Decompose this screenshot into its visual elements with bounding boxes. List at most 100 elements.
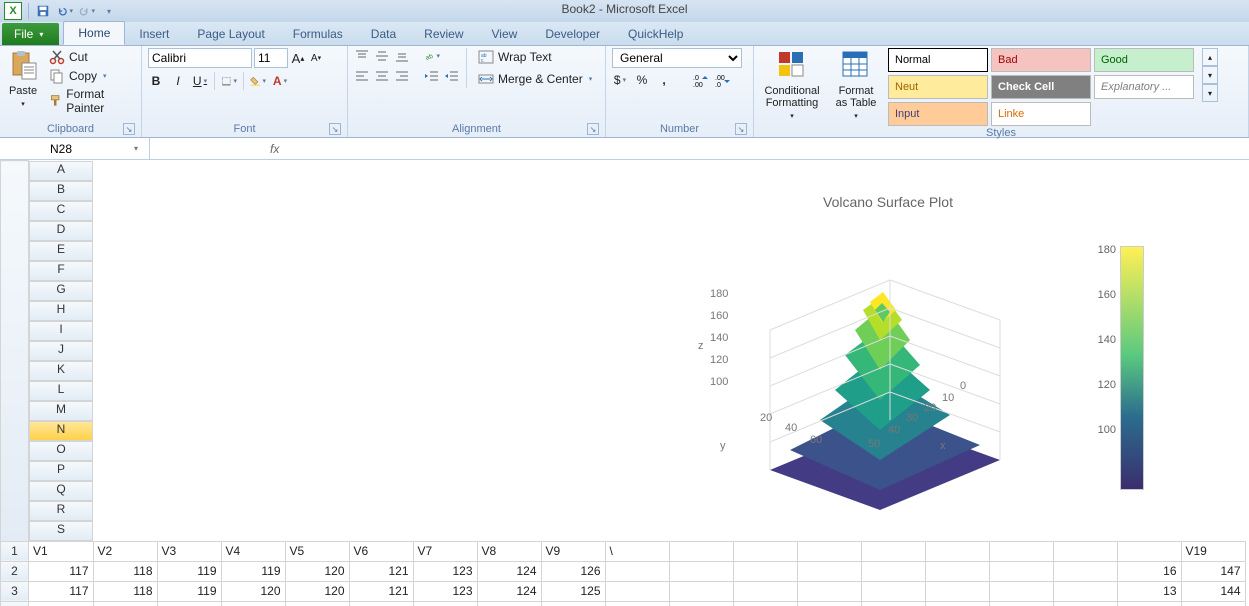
number-format-select[interactable]: General xyxy=(612,48,742,68)
tab-home[interactable]: Home xyxy=(63,21,125,45)
cell[interactable] xyxy=(861,601,925,606)
cell[interactable]: 120 xyxy=(285,581,349,601)
percent-format-icon[interactable]: % xyxy=(634,72,650,88)
row-header[interactable]: 1 xyxy=(1,541,29,561)
format-as-table-button[interactable]: Format as Table▾ xyxy=(830,48,882,122)
cell[interactable] xyxy=(733,541,797,561)
cell[interactable]: \ xyxy=(605,541,669,561)
cell[interactable]: 16 xyxy=(1117,561,1181,581)
cell[interactable] xyxy=(797,581,861,601)
cell[interactable] xyxy=(605,561,669,581)
cell[interactable] xyxy=(605,581,669,601)
cell[interactable]: 121 xyxy=(349,581,413,601)
cell[interactable]: 120 xyxy=(221,601,285,606)
cell[interactable]: 123 xyxy=(413,581,477,601)
cell[interactable]: 118 xyxy=(93,561,157,581)
cell[interactable] xyxy=(733,561,797,581)
wrap-text-button[interactable]: abcWrap Text xyxy=(475,48,595,66)
tab-developer[interactable]: Developer xyxy=(531,23,614,45)
cell[interactable] xyxy=(733,601,797,606)
cell[interactable]: 119 xyxy=(221,561,285,581)
cell[interactable] xyxy=(1053,581,1117,601)
cell[interactable] xyxy=(925,601,989,606)
bold-button[interactable]: B xyxy=(148,73,164,89)
cell[interactable] xyxy=(925,581,989,601)
cell[interactable]: 144 xyxy=(1181,581,1245,601)
tab-data[interactable]: Data xyxy=(357,23,410,45)
tab-view[interactable]: View xyxy=(478,23,532,45)
style-cell[interactable]: Normal xyxy=(888,48,988,72)
accounting-format-icon[interactable]: $ xyxy=(612,72,628,88)
cell[interactable]: 124 xyxy=(477,561,541,581)
col-header[interactable]: Q xyxy=(29,481,93,501)
style-cell[interactable]: Input xyxy=(888,102,988,126)
cell[interactable] xyxy=(733,581,797,601)
cell[interactable]: 119 xyxy=(157,561,221,581)
col-header[interactable]: I xyxy=(29,321,93,341)
col-header[interactable]: K xyxy=(29,361,93,381)
col-header[interactable]: P xyxy=(29,461,93,481)
cell[interactable]: 120 xyxy=(285,561,349,581)
copy-button[interactable]: Copy xyxy=(46,67,135,85)
cut-button[interactable]: Cut xyxy=(46,48,135,66)
decrease-font-icon[interactable]: A▾ xyxy=(308,50,324,66)
qat-customize-icon[interactable]: ▾ xyxy=(101,3,117,19)
cell[interactable]: 120 xyxy=(221,581,285,601)
cell[interactable]: 123 xyxy=(477,601,541,606)
cell[interactable]: 122 xyxy=(413,601,477,606)
alignment-dialog-launcher[interactable]: ↘ xyxy=(587,123,599,135)
col-header[interactable]: G xyxy=(29,281,93,301)
col-header[interactable]: L xyxy=(29,381,93,401)
font-color-button[interactable]: A xyxy=(272,73,288,89)
style-cell[interactable]: Explanatory ... xyxy=(1094,75,1194,99)
col-header[interactable]: R xyxy=(29,501,93,521)
align-top-icon[interactable] xyxy=(354,48,370,64)
align-left-icon[interactable] xyxy=(354,68,370,84)
cell[interactable] xyxy=(925,541,989,561)
increase-indent-icon[interactable] xyxy=(444,68,460,84)
align-center-icon[interactable] xyxy=(374,68,390,84)
cell[interactable]: V2 xyxy=(93,541,157,561)
align-middle-icon[interactable] xyxy=(374,48,390,64)
tab-file[interactable]: File xyxy=(2,23,59,45)
cell[interactable] xyxy=(989,601,1053,606)
col-header[interactable]: D xyxy=(29,221,93,241)
cell[interactable]: 121 xyxy=(349,601,413,606)
cell[interactable]: 116 xyxy=(29,601,94,606)
cell[interactable]: V7 xyxy=(413,541,477,561)
col-header[interactable]: E xyxy=(29,241,93,261)
comma-format-icon[interactable]: , xyxy=(656,72,672,88)
cell[interactable]: 11 xyxy=(1117,601,1181,606)
styles-more-icon[interactable]: ▾ xyxy=(1202,84,1218,102)
cell[interactable] xyxy=(797,601,861,606)
cell[interactable] xyxy=(669,581,733,601)
col-header[interactable]: N xyxy=(29,421,93,441)
align-right-icon[interactable] xyxy=(394,68,410,84)
redo-icon[interactable] xyxy=(79,3,95,19)
cell[interactable]: 126 xyxy=(541,561,605,581)
col-header[interactable]: H xyxy=(29,301,93,321)
cell[interactable]: 124 xyxy=(541,601,605,606)
cell[interactable]: 141 xyxy=(1181,601,1245,606)
fill-color-button[interactable] xyxy=(250,73,266,89)
chart-volcano[interactable]: Volcano Surface Plot y xyxy=(610,190,1166,530)
tab-page-layout[interactable]: Page Layout xyxy=(183,23,278,45)
conditional-formatting-button[interactable]: Conditional Formatting▾ xyxy=(760,48,824,122)
paste-button[interactable]: Paste▾ xyxy=(6,48,40,110)
cell[interactable] xyxy=(1053,541,1117,561)
cell[interactable] xyxy=(669,541,733,561)
style-cell[interactable]: Good xyxy=(1094,48,1194,72)
font-name-input[interactable] xyxy=(148,48,252,68)
cell[interactable]: 119 xyxy=(157,581,221,601)
col-header[interactable]: J xyxy=(29,341,93,361)
cell[interactable]: 125 xyxy=(541,581,605,601)
orientation-icon[interactable]: ab xyxy=(424,48,440,64)
styles-scroll-down-icon[interactable]: ▾ xyxy=(1202,66,1218,84)
cell[interactable] xyxy=(669,601,733,606)
cell[interactable]: V4 xyxy=(221,541,285,561)
col-header[interactable]: A xyxy=(29,161,93,181)
cell[interactable]: V5 xyxy=(285,541,349,561)
name-box[interactable]: ▾ xyxy=(0,138,150,159)
styles-scroll-up-icon[interactable]: ▴ xyxy=(1202,48,1218,66)
style-cell[interactable]: Neut xyxy=(888,75,988,99)
